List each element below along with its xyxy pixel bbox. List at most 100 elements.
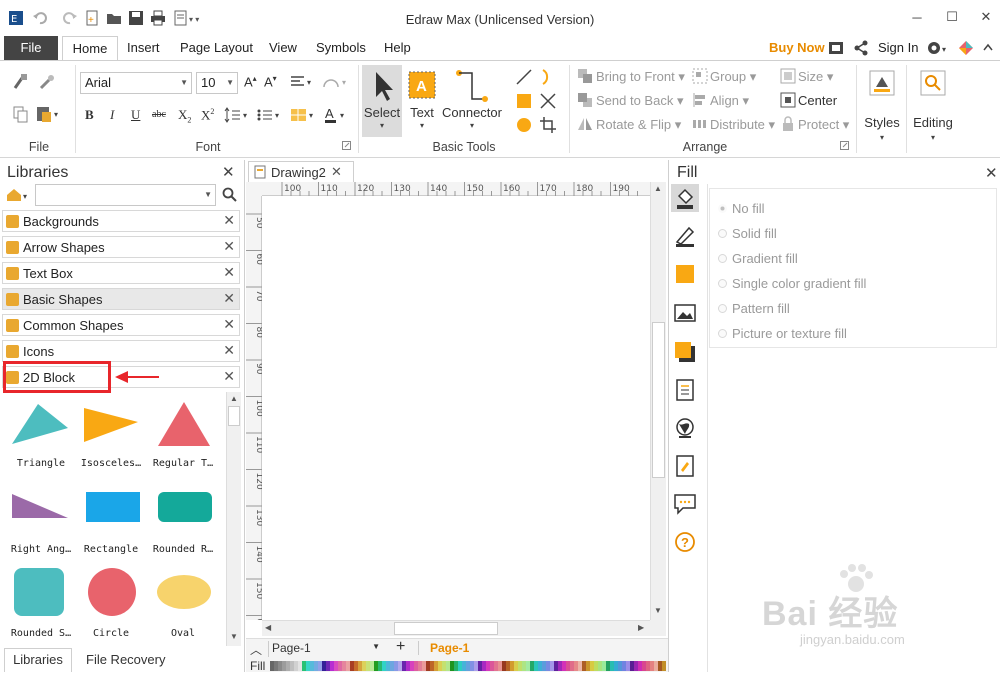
scroll-up-icon[interactable]: ▲ bbox=[230, 394, 238, 403]
increase-font-icon[interactable]: A▴ bbox=[244, 74, 257, 89]
close-icon[interactable]: ✕ bbox=[223, 264, 235, 281]
shape-rounded-rectangle[interactable]: Rounded R… bbox=[146, 484, 220, 555]
palette-swatch[interactable] bbox=[582, 661, 586, 671]
fill-option-single-color-gradient[interactable]: Single color gradient fill bbox=[732, 276, 866, 291]
close-icon[interactable]: ✕ bbox=[223, 290, 235, 307]
palette-swatch[interactable] bbox=[622, 661, 626, 671]
palette-swatch[interactable] bbox=[530, 661, 534, 671]
palette-swatch[interactable] bbox=[658, 661, 662, 671]
close-icon[interactable]: ✕ bbox=[223, 316, 235, 333]
palette-swatch[interactable] bbox=[486, 661, 490, 671]
palette-swatch[interactable] bbox=[602, 661, 606, 671]
palette-swatch[interactable] bbox=[418, 661, 422, 671]
tab-view[interactable]: View bbox=[269, 36, 297, 60]
palette-swatch[interactable] bbox=[310, 661, 314, 671]
protect-button[interactable]: Protect ▾ bbox=[798, 117, 849, 133]
fill-option-pattern[interactable]: Pattern fill bbox=[732, 301, 790, 316]
palette-swatch[interactable] bbox=[434, 661, 438, 671]
close-icon[interactable]: ✕ bbox=[223, 342, 235, 359]
palette-swatch[interactable] bbox=[426, 661, 430, 671]
palette-swatch[interactable] bbox=[450, 661, 454, 671]
shape-isosceles[interactable]: Isosceles… bbox=[74, 398, 148, 469]
palette-swatch[interactable] bbox=[594, 661, 598, 671]
strikethrough-button[interactable]: abc bbox=[152, 109, 166, 120]
palette-swatch[interactable] bbox=[534, 661, 538, 671]
dialog-launcher-icon[interactable] bbox=[840, 141, 849, 150]
export-icon[interactable]: ▾ ▾ bbox=[174, 10, 208, 26]
palette-swatch[interactable] bbox=[614, 661, 618, 671]
paste-icon[interactable]: ▾ bbox=[36, 105, 64, 123]
palette-swatch[interactable] bbox=[298, 661, 302, 671]
fill-option-radio[interactable] bbox=[718, 304, 727, 313]
library-item-icons[interactable]: Icons ✕ bbox=[2, 340, 240, 362]
palette-swatch[interactable] bbox=[590, 661, 594, 671]
gear-icon[interactable]: ▾ bbox=[926, 40, 950, 56]
close-icon[interactable]: ✕ bbox=[222, 163, 235, 181]
palette-swatch[interactable] bbox=[574, 661, 578, 671]
open-folder-icon[interactable] bbox=[106, 10, 122, 26]
fill-option-radio[interactable] bbox=[718, 254, 727, 263]
palette-swatch[interactable] bbox=[526, 661, 530, 671]
scroll-thumb[interactable] bbox=[652, 322, 665, 478]
palette-swatch[interactable] bbox=[394, 661, 398, 671]
palette-swatch[interactable] bbox=[430, 661, 434, 671]
tab-home[interactable]: Home bbox=[62, 36, 118, 61]
library-item-common-shapes[interactable]: Common Shapes ✕ bbox=[2, 314, 240, 336]
palette-swatch[interactable] bbox=[326, 661, 330, 671]
search-icon[interactable] bbox=[222, 187, 238, 203]
page-select[interactable]: Page-1 ▼ bbox=[268, 641, 382, 657]
palette-swatch[interactable] bbox=[382, 661, 386, 671]
close-button[interactable]: ✕ bbox=[975, 8, 997, 26]
format-painter-icon[interactable] bbox=[12, 73, 30, 91]
palette-swatch[interactable] bbox=[482, 661, 486, 671]
scroll-left-icon[interactable]: ◀ bbox=[265, 623, 271, 632]
ellipse-tool-icon[interactable] bbox=[514, 115, 534, 135]
close-icon[interactable]: ✕ bbox=[985, 164, 998, 182]
palette-swatch[interactable] bbox=[338, 661, 342, 671]
brush-icon[interactable] bbox=[38, 73, 56, 91]
palette-swatch[interactable] bbox=[598, 661, 602, 671]
palette-swatch[interactable] bbox=[562, 661, 566, 671]
tab-symbols[interactable]: Symbols bbox=[316, 36, 366, 60]
palette-swatch[interactable] bbox=[350, 661, 354, 671]
palette-swatch[interactable] bbox=[606, 661, 610, 671]
palette-swatch[interactable] bbox=[366, 661, 370, 671]
palette-swatch[interactable] bbox=[334, 661, 338, 671]
palette-swatch[interactable] bbox=[358, 661, 362, 671]
palette-swatch[interactable] bbox=[458, 661, 462, 671]
styles-button[interactable]: Styles ▾ bbox=[862, 65, 902, 151]
save-icon[interactable] bbox=[128, 10, 144, 26]
close-icon[interactable]: ✕ bbox=[223, 238, 235, 255]
text-align-icon[interactable]: ▾ bbox=[290, 75, 316, 89]
crop-tool-icon[interactable] bbox=[538, 115, 558, 135]
palette-swatch[interactable] bbox=[518, 661, 522, 671]
palette-swatch[interactable] bbox=[314, 661, 318, 671]
palette-swatch[interactable] bbox=[570, 661, 574, 671]
minimize-button[interactable]: ─ bbox=[906, 8, 928, 26]
palette-swatch[interactable] bbox=[610, 661, 614, 671]
palette-swatch[interactable] bbox=[498, 661, 502, 671]
palette-swatch[interactable] bbox=[438, 661, 442, 671]
fill-tool-button[interactable] bbox=[671, 184, 699, 212]
distribute-button[interactable]: Distribute ▾ bbox=[710, 117, 775, 133]
line-style-icon[interactable] bbox=[673, 224, 697, 248]
image-icon[interactable] bbox=[673, 302, 697, 326]
fill-option-gradient[interactable]: Gradient fill bbox=[732, 251, 798, 266]
library-scrollbar[interactable]: ▲ ▼ bbox=[226, 392, 241, 646]
tab-file-recovery[interactable]: File Recovery bbox=[86, 652, 165, 667]
palette-swatch[interactable] bbox=[470, 661, 474, 671]
palette-swatch[interactable] bbox=[414, 661, 418, 671]
palette-swatch[interactable] bbox=[278, 661, 282, 671]
select-tool-button[interactable]: Select ▾ bbox=[362, 65, 402, 137]
palette-swatch[interactable] bbox=[638, 661, 642, 671]
arc-tool-icon[interactable] bbox=[538, 67, 558, 87]
palette-swatch[interactable] bbox=[506, 661, 510, 671]
buy-now-link[interactable]: Buy Now bbox=[769, 36, 825, 60]
vertical-scrollbar[interactable]: ▲ ▼ bbox=[650, 182, 666, 620]
tab-file[interactable]: File bbox=[4, 36, 58, 60]
palette-swatch[interactable] bbox=[586, 661, 590, 671]
palette-swatch[interactable] bbox=[362, 661, 366, 671]
sign-in-link[interactable]: Sign In bbox=[878, 36, 918, 60]
palette-swatch[interactable] bbox=[302, 661, 306, 671]
fill-option-solid[interactable]: Solid fill bbox=[732, 226, 777, 241]
